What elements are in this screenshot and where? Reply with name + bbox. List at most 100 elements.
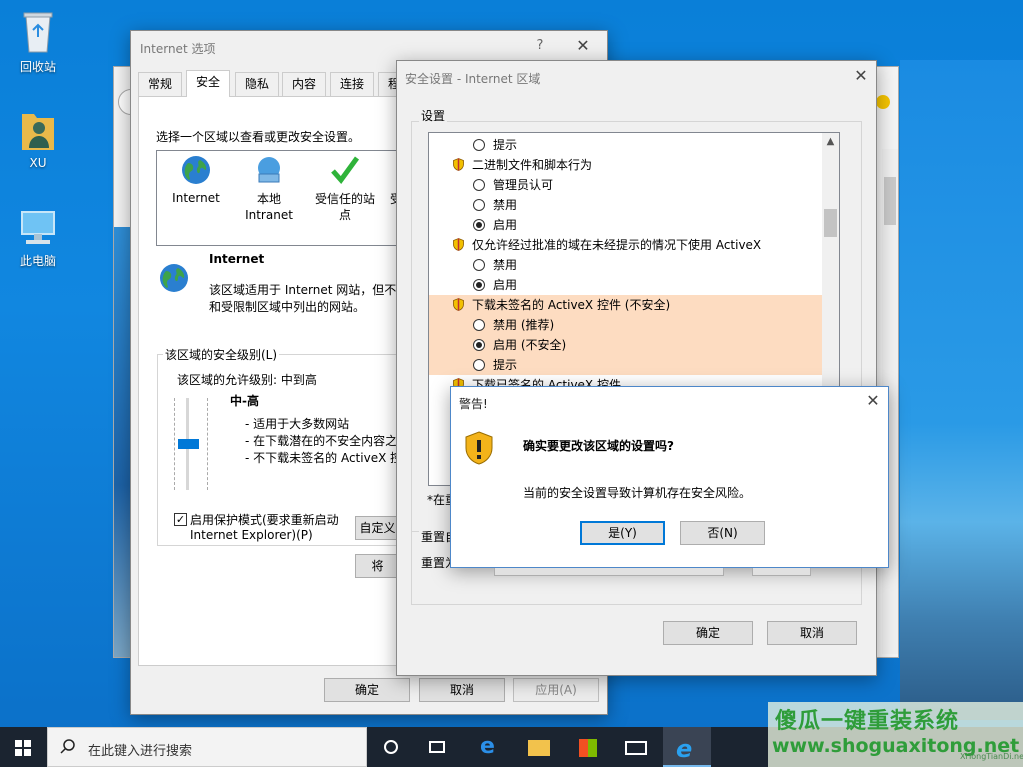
scroll-up-icon[interactable]: ▲ <box>822 133 839 150</box>
tab-general[interactable]: 常规 <box>138 72 183 96</box>
zone-desc-2: 和受限制区域中列出的网站。 <box>209 300 366 314</box>
user-folder-icon[interactable]: XU <box>6 108 70 170</box>
radio-button[interactable] <box>473 279 485 291</box>
mail-icon <box>625 741 647 755</box>
ie-icon: e <box>676 735 693 763</box>
zone-title: Internet <box>209 252 265 266</box>
radio-button[interactable] <box>473 359 485 371</box>
watermark-line1: 傻瓜一键重装系统 <box>775 709 960 734</box>
radio-button[interactable] <box>473 219 485 231</box>
setting-heading[interactable]: 下载未签名的 ActiveX 控件 (不安全) <box>429 295 822 315</box>
radio-button[interactable] <box>473 179 485 191</box>
hidden-reset-button-2[interactable] <box>752 568 811 576</box>
ie-taskbar-icon[interactable]: e <box>663 727 711 767</box>
no-button[interactable]: 否(N) <box>680 521 765 545</box>
setting-shield-icon <box>453 297 464 311</box>
level-name: 中-高 <box>230 394 259 408</box>
level-point-3: - 不下载未签名的 ActiveX 控 <box>245 451 403 465</box>
zone-intranet-label: 本地 Intranet <box>245 192 293 222</box>
intranet-icon <box>258 157 280 183</box>
radio-button[interactable] <box>473 259 485 271</box>
ss-cancel-button[interactable]: 取消 <box>767 621 857 645</box>
user-folder-label: XU <box>29 156 47 170</box>
radio-button[interactable] <box>473 319 485 331</box>
setting-label: 下载未签名的 ActiveX 控件 (不安全) <box>472 298 671 312</box>
zone-instruction: 选择一个区域以查看或更改安全设置。 <box>156 130 361 144</box>
zone-trusted-sites[interactable]: 受信任的站 点 <box>310 154 380 223</box>
radio-button[interactable] <box>473 339 485 351</box>
taskbar-search-box[interactable]: 在此键入进行搜索 <box>47 727 367 767</box>
globe-icon <box>182 156 210 184</box>
store-taskbar-icon[interactable] <box>565 727 609 767</box>
tab-content[interactable]: 内容 <box>282 72 327 96</box>
help-button[interactable]: ? <box>528 35 552 57</box>
setting-shield-icon <box>453 157 464 171</box>
scroll-thumb[interactable] <box>824 209 837 237</box>
setting-option[interactable]: 禁用 (推荐) <box>429 315 822 335</box>
close-icon[interactable]: ✕ <box>571 35 595 57</box>
close-icon[interactable]: ✕ <box>849 65 873 87</box>
apply-button[interactable]: 应用(A) <box>513 678 599 702</box>
zone-local-intranet[interactable]: 本地 Intranet <box>241 154 297 223</box>
mail-taskbar-icon[interactable] <box>614 727 658 767</box>
setting-option[interactable]: 提示 <box>429 135 822 155</box>
security-settings-title: 安全设置 - Internet 区域 <box>405 72 541 86</box>
task-view-icon <box>429 741 445 753</box>
browser-scroll-thumb[interactable] <box>884 177 896 225</box>
security-level-legend: 该区域的安全级别(L) <box>163 346 280 363</box>
setting-option[interactable]: 禁用 <box>429 195 822 215</box>
start-button[interactable] <box>0 727 46 767</box>
tab-programs[interactable]: 程 <box>378 72 400 96</box>
radio-button[interactable] <box>473 139 485 151</box>
ss-ok-button[interactable]: 确定 <box>663 621 753 645</box>
setting-option[interactable]: 提示 <box>429 355 822 375</box>
security-slider-thumb[interactable] <box>178 439 199 449</box>
setting-option[interactable]: 启用 <box>429 215 822 235</box>
setting-option[interactable]: 启用 (不安全) <box>429 335 822 355</box>
custom-level-button[interactable]: 自定义 <box>355 516 400 540</box>
setting-label: 禁用 <box>493 258 518 272</box>
tab-privacy[interactable]: 隐私 <box>235 72 280 96</box>
setting-option[interactable]: 禁用 <box>429 255 822 275</box>
setting-heading[interactable]: 仅允许经过批准的域在未经提示的情况下使用 ActiveX <box>429 235 822 255</box>
protected-mode-checkbox[interactable]: ✓ <box>174 513 187 526</box>
tab-connections[interactable]: 连接 <box>330 72 375 96</box>
warning-detail: 当前的安全设置导致计算机存在安全风险。 <box>523 486 752 500</box>
folder-icon <box>528 740 550 756</box>
protected-mode-label-2: Internet Explorer)(P) <box>190 528 313 542</box>
setting-option[interactable]: 管理员认可 <box>429 175 822 195</box>
task-view-button[interactable] <box>369 727 413 767</box>
zone-globe-icon <box>160 264 188 292</box>
edge-taskbar-icon[interactable]: e <box>467 727 511 767</box>
default-level-button[interactable]: 将 <box>355 554 400 578</box>
ok-button[interactable]: 确定 <box>324 678 410 702</box>
windows-logo-icon <box>15 740 31 756</box>
cancel-button[interactable]: 取消 <box>419 678 505 702</box>
recycle-bin-icon[interactable]: 回收站 <box>6 8 70 75</box>
yes-button[interactable]: 是(Y) <box>580 521 665 545</box>
close-icon[interactable]: ✕ <box>861 390 885 412</box>
window-title: Internet 选项 <box>140 42 216 56</box>
warning-question: 确实要更改该区域的设置吗? <box>523 439 674 453</box>
tab-security[interactable]: 安全 <box>186 70 231 97</box>
hidden-reset-button[interactable] <box>494 568 724 576</box>
setting-label: 提示 <box>493 138 518 152</box>
protected-mode-label-1: 启用保护模式(要求重新启动 <box>190 513 339 527</box>
setting-label: 启用 <box>493 218 518 232</box>
radio-button[interactable] <box>473 199 485 211</box>
zone-internet[interactable]: Internet <box>168 154 224 205</box>
setting-heading[interactable]: 二进制文件和脚本行为 <box>429 155 822 175</box>
setting-option[interactable]: 启用 <box>429 275 822 295</box>
zone-desc-1: 该区域适用于 Internet 网站，但不 <box>209 283 397 297</box>
setting-label: 禁用 <box>493 198 518 212</box>
timeline-button[interactable] <box>415 727 459 767</box>
smiley-icon[interactable] <box>876 95 890 109</box>
setting-label: 启用 <box>493 278 518 292</box>
this-pc-icon[interactable]: 此电脑 <box>6 208 70 269</box>
setting-label: 禁用 (推荐) <box>493 318 555 332</box>
edge-icon: e <box>480 734 495 759</box>
zone-internet-label: Internet <box>172 191 220 205</box>
explorer-taskbar-icon[interactable] <box>516 727 560 767</box>
desktop-background <box>900 60 1023 720</box>
search-icon <box>60 739 75 754</box>
